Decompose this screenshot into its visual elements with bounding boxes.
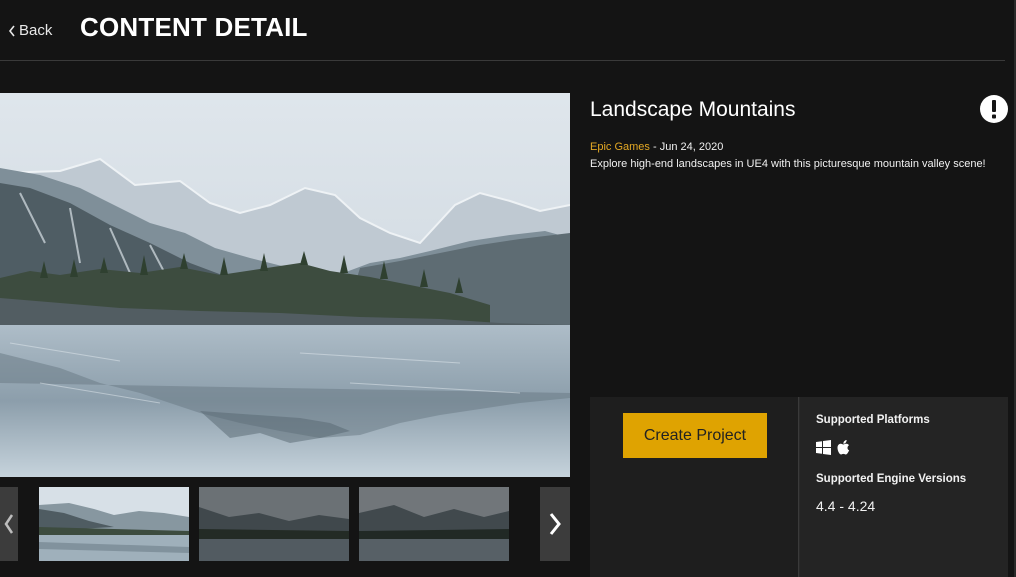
chevron-right-icon bbox=[549, 513, 561, 535]
page-title: CONTENT DETAIL bbox=[80, 12, 308, 42]
thumbnail-3[interactable] bbox=[359, 487, 509, 561]
next-button[interactable] bbox=[540, 487, 570, 561]
supported-engine-label: Supported Engine Versions bbox=[816, 473, 967, 485]
chevron-left-icon bbox=[4, 514, 14, 534]
product-title: Landscape Mountains bbox=[590, 98, 796, 121]
date-separator: - bbox=[649, 141, 660, 153]
windows-icon bbox=[816, 440, 831, 455]
action-panel: Create Project Supported Platforms Suppo… bbox=[590, 397, 1008, 577]
thumbnail-1[interactable] bbox=[39, 487, 189, 561]
back-button[interactable]: Back bbox=[8, 22, 52, 39]
action-left-panel: Create Project bbox=[590, 397, 799, 577]
product-description: Explore high-end landscapes in UE4 with … bbox=[590, 158, 986, 170]
header-divider bbox=[0, 60, 1005, 61]
prev-button[interactable] bbox=[0, 487, 18, 561]
info-panel: Supported Platforms Supported Engine Ver… bbox=[800, 397, 1008, 577]
report-icon[interactable] bbox=[979, 94, 1009, 124]
apple-icon bbox=[837, 440, 850, 455]
create-project-button[interactable]: Create Project bbox=[623, 413, 767, 458]
chevron-left-icon bbox=[8, 25, 15, 36]
hero-image bbox=[0, 93, 570, 477]
author-link[interactable]: Epic Games bbox=[590, 141, 650, 153]
back-label: Back bbox=[19, 22, 53, 39]
product-meta: Epic Games - Jun 24, 2020 bbox=[590, 141, 723, 153]
thumbnail-2[interactable] bbox=[199, 487, 349, 561]
platform-icons bbox=[816, 440, 850, 455]
engine-versions-value: 4.4 - 4.24 bbox=[816, 498, 876, 514]
release-date: Jun 24, 2020 bbox=[659, 141, 724, 153]
supported-platforms-label: Supported Platforms bbox=[816, 414, 930, 426]
